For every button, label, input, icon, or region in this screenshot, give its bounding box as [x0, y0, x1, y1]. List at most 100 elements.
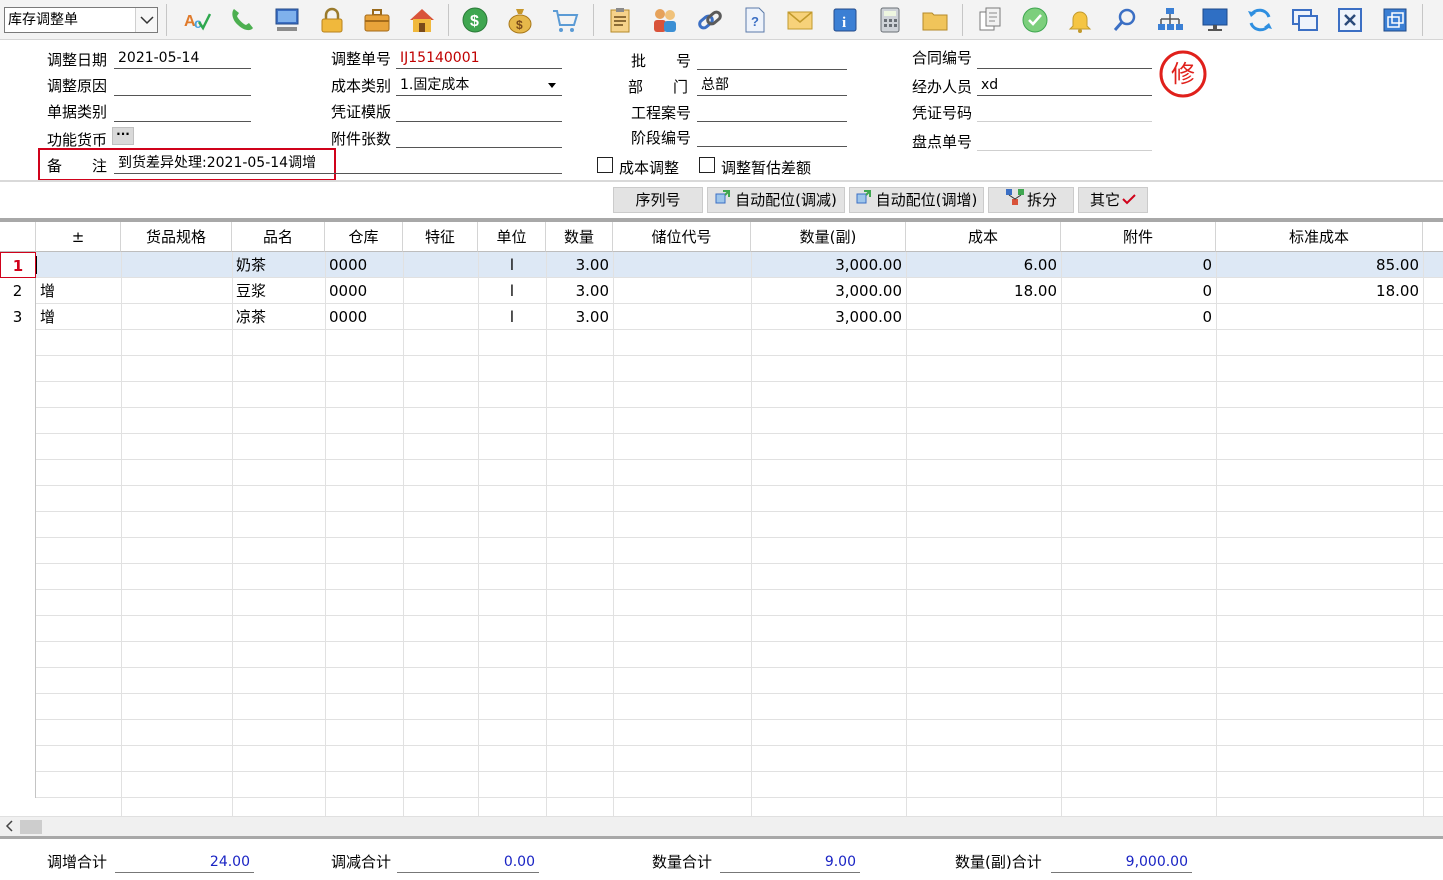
dept-field[interactable]: 总部 — [697, 76, 847, 96]
house-icon[interactable] — [407, 5, 437, 35]
col-header-pm[interactable]: ± — [36, 222, 121, 252]
col-header-std-cost[interactable]: 标准成本 — [1216, 222, 1423, 252]
cell-bin[interactable] — [613, 304, 751, 330]
users-icon[interactable] — [650, 5, 680, 35]
cell-qty[interactable]: 3.00 — [546, 304, 613, 330]
row-number[interactable] — [0, 460, 36, 486]
table-row[interactable] — [0, 616, 1443, 642]
row-number[interactable] — [0, 616, 36, 642]
phone-icon[interactable] — [227, 5, 257, 35]
cell-pm[interactable]: 增 — [36, 278, 121, 304]
table-row[interactable] — [0, 642, 1443, 668]
project-field[interactable] — [697, 102, 847, 122]
dollar-icon[interactable]: $ — [460, 5, 490, 35]
stage-field[interactable] — [697, 127, 847, 147]
help-doc-icon[interactable]: ? — [740, 5, 770, 35]
row-number[interactable]: 2 — [0, 278, 36, 304]
cart-icon[interactable] — [550, 5, 580, 35]
info-icon[interactable]: i — [830, 5, 860, 35]
cell-std-cost[interactable] — [1216, 304, 1423, 330]
doc-no-field[interactable]: IJ15140001 — [396, 49, 562, 69]
doc-category-field[interactable] — [114, 102, 251, 122]
voucher-no-field[interactable] — [977, 102, 1152, 122]
row-number[interactable] — [0, 356, 36, 382]
table-row[interactable] — [0, 746, 1443, 772]
cell-feature[interactable] — [403, 278, 478, 304]
cell-qty2[interactable]: 3,000.00 — [751, 278, 906, 304]
row-number[interactable] — [0, 668, 36, 694]
col-header-attach[interactable]: 附件 — [1061, 222, 1216, 252]
adjust-date-field[interactable]: 2021-05-14 — [114, 49, 251, 69]
cell-wh[interactable]: 0000 — [325, 278, 403, 304]
cell-cost[interactable] — [906, 304, 1061, 330]
row-number[interactable] — [0, 486, 36, 512]
horizontal-scrollbar[interactable] — [0, 816, 1443, 836]
link-icon[interactable] — [695, 5, 725, 35]
cell-pm[interactable] — [36, 256, 121, 274]
windows-icon[interactable] — [1290, 5, 1320, 35]
handler-field[interactable]: xd — [977, 76, 1152, 96]
estimate-diff-checkbox[interactable] — [699, 157, 715, 173]
cost-type-select[interactable]: 1.固定成本 — [396, 76, 562, 96]
cell-attach[interactable]: 0 — [1061, 278, 1216, 304]
split-button[interactable]: 拆分 — [988, 187, 1074, 213]
clipboard-icon[interactable] — [605, 5, 635, 35]
check-circle-icon[interactable] — [1020, 5, 1050, 35]
search-icon[interactable] — [1110, 5, 1140, 35]
row-number[interactable] — [0, 746, 36, 772]
col-header-warehouse[interactable]: 仓库 — [325, 222, 403, 252]
inventory-no-field[interactable] — [977, 131, 1152, 151]
cell-name[interactable]: 奶茶 — [232, 252, 325, 278]
cell-cost[interactable]: 6.00 — [906, 252, 1061, 278]
col-header-bin[interactable]: 储位代号 — [613, 222, 751, 252]
table-row[interactable] — [0, 460, 1443, 486]
cell-bin[interactable] — [613, 252, 751, 278]
cell-spec[interactable] — [121, 278, 232, 304]
serial-button[interactable]: 序列号 — [613, 187, 703, 213]
cell-unit[interactable]: l — [478, 278, 546, 304]
scroll-left-icon[interactable] — [4, 819, 14, 837]
table-row[interactable] — [0, 694, 1443, 720]
org-chart-icon[interactable] — [1155, 5, 1185, 35]
table-row[interactable] — [0, 356, 1443, 382]
table-row[interactable] — [0, 590, 1443, 616]
table-row[interactable] — [0, 434, 1443, 460]
cell-attach[interactable]: 0 — [1061, 252, 1216, 278]
cell-cost[interactable]: 18.00 — [906, 278, 1061, 304]
table-row[interactable] — [0, 772, 1443, 798]
cell-std-cost[interactable]: 18.00 — [1216, 278, 1423, 304]
money-bag-icon[interactable]: $ — [505, 5, 535, 35]
col-header-cost[interactable]: 成本 — [906, 222, 1061, 252]
voucher-template-field[interactable] — [396, 102, 562, 122]
cell-std-cost[interactable]: 85.00 — [1216, 252, 1423, 278]
restore-icon[interactable] — [1380, 5, 1410, 35]
scrollbar-thumb[interactable] — [20, 820, 42, 834]
cell-feature[interactable] — [403, 304, 478, 330]
cell-unit[interactable]: l — [478, 252, 546, 278]
row-number[interactable] — [0, 408, 36, 434]
mail-icon[interactable] — [785, 5, 815, 35]
row-number[interactable]: 3 — [0, 304, 36, 330]
remark-field[interactable]: 到货差异处理:2021-05-14调增 — [114, 154, 562, 174]
row-number[interactable] — [0, 382, 36, 408]
cost-adjust-checkbox[interactable] — [597, 157, 613, 173]
folder-icon[interactable] — [920, 5, 950, 35]
col-header-feature[interactable]: 特征 — [403, 222, 478, 252]
bell-icon[interactable] — [1065, 5, 1095, 35]
cell-wh[interactable]: 0000 — [325, 252, 403, 278]
cell-bin[interactable] — [613, 278, 751, 304]
row-number[interactable] — [0, 538, 36, 564]
attach-count-field[interactable] — [396, 128, 562, 148]
col-header-unit[interactable]: 单位 — [478, 222, 546, 252]
col-header-spec[interactable]: 货品规格 — [121, 222, 232, 252]
col-header-qty[interactable]: 数量 — [546, 222, 613, 252]
other-button[interactable]: 其它 — [1078, 187, 1148, 213]
cell-qty[interactable]: 3.00 — [546, 278, 613, 304]
cell-spec[interactable] — [121, 252, 232, 278]
cell-name[interactable]: 豆浆 — [232, 278, 325, 304]
cell-pm[interactable]: 增 — [36, 304, 121, 330]
batch-field[interactable] — [697, 50, 847, 70]
table-row[interactable] — [0, 564, 1443, 590]
row-number[interactable] — [0, 590, 36, 616]
lock-icon[interactable] — [317, 5, 347, 35]
